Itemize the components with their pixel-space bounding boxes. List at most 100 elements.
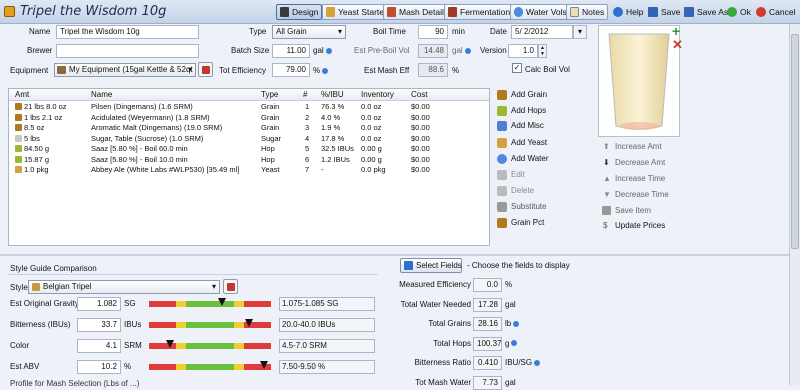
vertical-scrollbar[interactable] bbox=[789, 24, 800, 385]
table-row[interactable]: 84.50 g Saaz [5.80 %] - Boil 60.0 min Hop 5… bbox=[9, 144, 489, 155]
field-unit: g bbox=[505, 339, 518, 348]
col-amt[interactable]: Amt bbox=[15, 90, 29, 99]
cell-pct-ibu: 1.9 % bbox=[321, 123, 341, 132]
amt-text: 5 lbs bbox=[24, 133, 40, 143]
add-yeast-button[interactable]: Add Yeast bbox=[497, 137, 547, 149]
col-number[interactable]: # bbox=[303, 90, 307, 99]
efficiency-field[interactable]: 79.00 bbox=[272, 63, 310, 77]
edit-button[interactable]: Edit bbox=[497, 169, 525, 181]
calc-boil-vol-checkbox[interactable]: ✓ bbox=[512, 63, 522, 73]
col-inventory[interactable]: Inventory bbox=[361, 90, 394, 99]
equipment-edit-button[interactable] bbox=[198, 62, 213, 77]
mash-tun-icon bbox=[387, 7, 396, 17]
name-field[interactable]: Tripel the Wisdom 10g bbox=[56, 25, 199, 39]
style-guide-title: Style Guide Comparison bbox=[10, 264, 97, 273]
arrow-down-icon: ▼ bbox=[603, 190, 611, 199]
style-dropdown[interactable]: Belgian Tripel bbox=[28, 280, 220, 294]
decrease-amt-button[interactable]: ⬇ Decrease Amt bbox=[602, 157, 665, 169]
calendar-dropdown-icon[interactable]: ▾ bbox=[573, 25, 587, 39]
update-prices-button[interactable]: $ Update Prices bbox=[602, 220, 665, 232]
tab-mash-details[interactable]: Mash Details bbox=[383, 4, 453, 20]
table-row[interactable]: 8.5 oz Aromatic Malt (Dingemans) (19.0 SR… bbox=[9, 123, 489, 134]
table-row[interactable]: 21 lbs 8.0 oz Pilsen (Dingemans) (1.6 SRM… bbox=[9, 102, 489, 113]
delete-button[interactable]: Delete bbox=[497, 185, 534, 197]
table-row[interactable]: 15.87 g Saaz [5.80 %] - Boil 10.0 min Hop 6… bbox=[9, 155, 489, 166]
panel-separator[interactable] bbox=[0, 254, 800, 256]
cell-amt: 1.0 pkg bbox=[15, 165, 87, 175]
cell-amt: 84.50 g bbox=[15, 144, 87, 154]
add-misc-button[interactable]: Add Misc bbox=[497, 120, 544, 132]
add-water-button[interactable]: Add Water bbox=[497, 153, 549, 165]
cell-number: 3 bbox=[305, 123, 310, 132]
increase-time-button[interactable]: ▲ Increase Time bbox=[602, 173, 665, 185]
style-range-text: 7.50-9.50 % bbox=[279, 360, 375, 374]
version-field[interactable]: 1.0 bbox=[508, 44, 538, 58]
tab-notes[interactable]: Notes bbox=[566, 4, 609, 20]
save-button[interactable]: Save bbox=[648, 5, 680, 19]
col-type[interactable]: Type bbox=[261, 90, 278, 99]
equipment-dropdown[interactable]: My Equipment (15gal Kettle & 52qt Co bbox=[54, 63, 196, 77]
divider bbox=[8, 274, 378, 275]
add-grain-button[interactable]: Add Grain bbox=[497, 89, 547, 101]
scrollbar-thumb[interactable] bbox=[791, 34, 799, 249]
style-metric-unit: % bbox=[124, 362, 132, 371]
brewer-field[interactable] bbox=[56, 44, 199, 58]
style-metric-value: 4.1 bbox=[77, 339, 121, 353]
add-hops-button[interactable]: Add Hops bbox=[497, 105, 546, 117]
title-bar: Tripel the Wisdom 10g Design Yeast Start… bbox=[0, 0, 800, 24]
col-cost[interactable]: Cost bbox=[411, 90, 427, 99]
ingredient-icon bbox=[15, 134, 22, 142]
help-button[interactable]: Help bbox=[613, 5, 643, 19]
save-item-button[interactable]: Save Item bbox=[602, 205, 651, 217]
floppy-disk-icon bbox=[602, 206, 611, 215]
info-icon bbox=[464, 47, 471, 54]
info-icon bbox=[325, 47, 332, 54]
decrease-time-button[interactable]: ▼ Decrease Time bbox=[602, 189, 669, 201]
tab-design[interactable]: Design bbox=[276, 4, 323, 20]
style-range-bar bbox=[149, 340, 271, 349]
boil-time-field[interactable]: 90 bbox=[418, 25, 448, 39]
grid-header: Amt Name Type # %/IBU Inventory Cost bbox=[9, 89, 489, 101]
arrow-up-icon: ⬆ bbox=[603, 142, 610, 151]
tab-fermentation[interactable]: Fermentation bbox=[444, 4, 515, 20]
fermenter-icon bbox=[448, 7, 457, 17]
batch-size-field[interactable]: 11.00 bbox=[272, 44, 310, 58]
table-row[interactable]: 1.0 pkg Abbey Ale (White Labs #WLP530) [3… bbox=[9, 165, 489, 176]
bar-marker bbox=[165, 340, 174, 348]
bar-warn-segment bbox=[234, 343, 245, 349]
style-label: Style bbox=[10, 283, 28, 292]
bar-high-segment bbox=[244, 343, 271, 349]
style-edit-button[interactable] bbox=[223, 279, 238, 294]
table-row[interactable]: 5 lbs Sugar, Table (Sucrose) (1.0 SRM) Sug… bbox=[9, 134, 489, 145]
style-metric-label: Est Original Gravity bbox=[10, 299, 79, 308]
style-metric-value: 1.082 bbox=[77, 297, 121, 311]
add-icon[interactable]: + bbox=[672, 24, 684, 38]
type-dropdown[interactable]: All Grain bbox=[272, 25, 346, 39]
tab-water-vols[interactable]: Water Vols bbox=[510, 4, 571, 20]
col-name[interactable]: Name bbox=[91, 90, 112, 99]
bar-warn-segment bbox=[234, 301, 245, 307]
bar-marker bbox=[245, 319, 254, 327]
date-field[interactable]: 5/ 2/2012 bbox=[511, 25, 573, 39]
amt-text: 1.0 pkg bbox=[24, 165, 49, 174]
remove-icon[interactable]: ✕ bbox=[672, 38, 684, 51]
cell-cost: $0.00 bbox=[411, 154, 430, 164]
cancel-button[interactable]: Cancel bbox=[756, 5, 795, 19]
ok-button[interactable]: Ok bbox=[727, 5, 751, 19]
cell-inventory: 0.0 oz bbox=[361, 102, 382, 111]
tab-yeast-starter[interactable]: Yeast Starter bbox=[322, 4, 391, 20]
ingredient-grid[interactable]: Amt Name Type # %/IBU Inventory Cost 21 … bbox=[8, 88, 490, 246]
select-fields-button[interactable]: Select Fields bbox=[400, 258, 462, 273]
bar-ok-segment bbox=[185, 322, 235, 328]
col-pct-ibu[interactable]: %/IBU bbox=[321, 90, 344, 99]
save-as-button[interactable]: Save As bbox=[684, 5, 728, 19]
table-row[interactable]: 1 lbs 2.1 oz Acidulated (Weyermann) (1.8 … bbox=[9, 113, 489, 124]
amt-text: 8.5 oz bbox=[24, 123, 45, 132]
substitute-button[interactable]: Substitute bbox=[497, 201, 547, 213]
style-metric-unit: SG bbox=[124, 299, 136, 308]
version-spinner[interactable]: ▲ ▼ bbox=[538, 44, 547, 58]
grain-pct-button[interactable]: Grain Pct bbox=[497, 217, 544, 229]
cancel-icon bbox=[756, 7, 766, 17]
increase-amt-button[interactable]: ⬆ Increase Amt bbox=[602, 141, 662, 153]
edit-icon bbox=[227, 283, 235, 291]
